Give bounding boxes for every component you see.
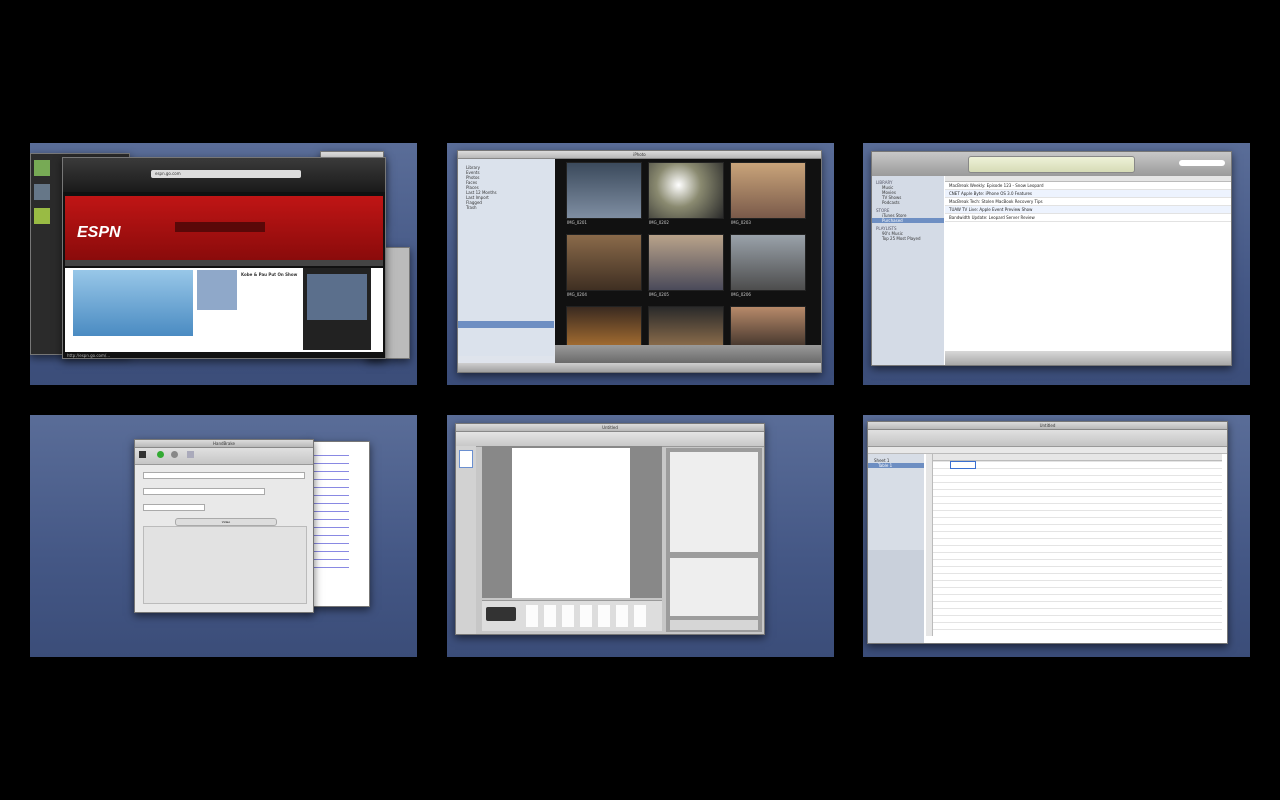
photo-thumbnail[interactable] [649,307,723,345]
table-item[interactable]: Table 1 [868,463,924,468]
hero-image[interactable] [73,270,193,336]
photo-caption: IMG_0202 [649,220,669,225]
space-photos[interactable]: iPhoto Library Events Photos Faces Place… [447,143,834,385]
canvas-area[interactable] [482,446,662,598]
photos-window[interactable]: iPhoto Library Events Photos Faces Place… [457,150,822,373]
selected-cell[interactable] [950,461,976,469]
itunes-window[interactable]: LIBRARY Music Movies TV Shows Podcasts S… [871,151,1232,366]
photos-toolbar[interactable] [555,345,821,363]
sidebar-item[interactable]: Trash [458,205,554,210]
headline-image[interactable] [197,270,237,310]
templates-list[interactable] [868,550,924,643]
table-row[interactable]: CNET Apple Byte: iPhone OS 3.0 Features [945,190,1231,198]
itunes-statusbar [945,351,1231,365]
photo-caption: IMG_0204 [567,292,587,297]
pause-icon[interactable] [171,451,178,458]
encoder-tabs[interactable]: Video [175,518,277,526]
space-spreadsheet[interactable]: Untitled Sheet 1 Table 1 [863,415,1250,657]
photos-title: iPhoto [633,152,646,157]
photo-caption: IMG_0201 [567,220,587,225]
photo-thumbnail[interactable] [731,307,805,345]
podcast-list[interactable]: MacBreak Weekly: Episode 123 - Snow Leop… [945,176,1231,222]
table-row[interactable]: MacBreak Tech: Stolen MacBook Recovery T… [945,198,1231,206]
table-row[interactable]: Bandwidth Update: Leopard Server Review [945,214,1231,222]
sidebar-header: PLAYLISTS [876,226,897,231]
photos-bottom-bar[interactable] [458,363,821,372]
page-canvas[interactable] [512,448,630,598]
photo-thumbnail[interactable] [649,235,723,290]
format-select[interactable] [143,504,205,511]
sidebar-header: LIBRARY [876,180,893,185]
encoder-toolbar[interactable] [135,448,313,465]
itunes-sidebar[interactable]: LIBRARY Music Movies TV Shows Podcasts S… [872,176,944,365]
page-thumbnails[interactable] [456,446,476,634]
format-bar[interactable] [868,447,1227,454]
sidebar-item[interactable]: Top 25 Most Played [872,236,944,241]
space-layout[interactable]: Untitled [447,415,834,657]
clapboard-icon[interactable] [139,451,146,458]
presets-drawer[interactable] [306,441,370,607]
tab-video[interactable]: Video [222,520,230,524]
table-row[interactable]: TUAW TV Live: Apple Event Preview Show [945,206,1231,214]
photo-caption: IMG_0206 [731,292,751,297]
status-bar: http://espn.go.com/... [67,353,111,358]
table-row[interactable]: MacBreak Weekly: Episode 123 - Snow Leop… [945,182,1231,190]
layout-window[interactable]: Untitled [455,423,765,635]
destination-field[interactable] [143,488,265,495]
video-player[interactable] [303,268,371,350]
sidebar-selection [458,321,554,328]
itunes-toolbar[interactable] [872,152,1231,176]
headline[interactable]: Kobe & Pau Put On Show [241,272,299,277]
encoder-title: HandBrake [212,441,235,446]
encoder-window[interactable]: HandBrake Video [134,439,314,613]
start-icon[interactable] [157,451,164,458]
layout-toolbar[interactable] [456,432,764,447]
queue-icon[interactable] [187,451,194,458]
photo-thumbnail[interactable] [731,163,805,218]
photos-sidebar[interactable]: Library Events Photos Faces Places Last … [458,159,554,356]
photo-thumbnail[interactable] [567,307,641,345]
photo-caption: IMG_0203 [731,220,751,225]
spreadsheet-title: Untitled [1039,423,1056,428]
photo-caption: IMG_0205 [649,292,669,297]
settings-panel[interactable] [143,526,307,604]
space-browser[interactable]: espn.go.com ESPN Kobe & Pau Put On Show … [30,143,417,385]
photo-thumbnail[interactable] [567,163,641,218]
browser-window[interactable]: espn.go.com ESPN Kobe & Pau Put On Show … [62,157,386,359]
photo-grid[interactable]: IMG_0201 IMG_0202 IMG_0203 IMG_0204 IMG_… [555,159,821,345]
espn-logo[interactable]: ESPN [77,224,121,242]
spreadsheet-window[interactable]: Untitled Sheet 1 Table 1 [867,421,1228,644]
layout-title: Untitled [602,425,618,430]
space-encoder[interactable]: HandBrake Video [30,415,417,657]
search-field[interactable] [1179,160,1225,166]
photo-thumbnail[interactable] [567,235,641,290]
spreadsheet-grid[interactable] [926,454,1222,636]
sidebar-header: STORE [876,208,890,213]
layouts-panel[interactable] [666,448,762,632]
sheet-item[interactable]: Sheet 1 [868,454,924,463]
sheets-sidebar[interactable]: Sheet 1 Table 1 [868,454,924,643]
shapes-palette[interactable] [482,600,662,631]
source-field[interactable] [143,472,305,479]
url-field[interactable]: espn.go.com [151,170,301,178]
spreadsheet-toolbar[interactable] [868,430,1227,447]
space-itunes[interactable]: LIBRARY Music Movies TV Shows Podcasts S… [863,143,1250,385]
photo-thumbnail[interactable] [731,235,805,290]
lcd-display [968,156,1135,173]
photo-thumbnail[interactable] [649,163,723,218]
